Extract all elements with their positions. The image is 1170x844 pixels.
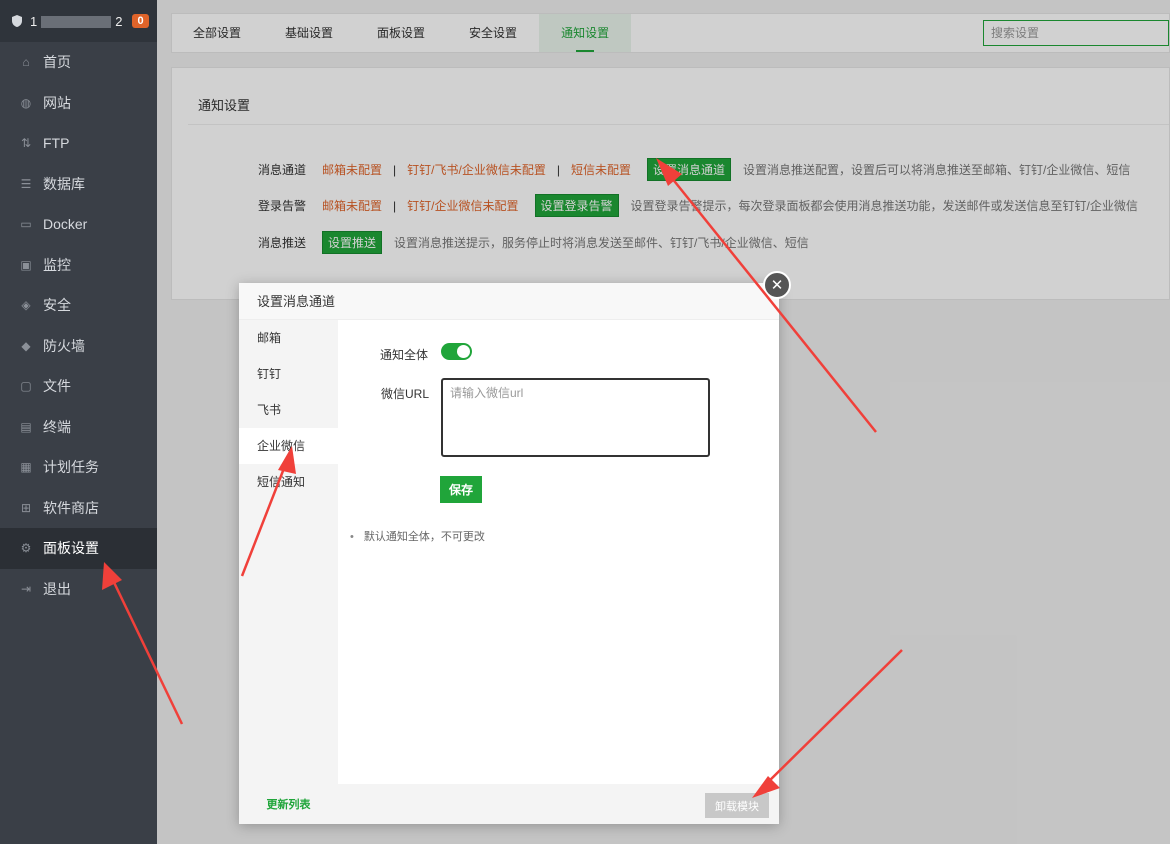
sidebar-item-12[interactable]: ⚙ 面板设置 bbox=[0, 528, 157, 569]
sidebar-item-label: 监控 bbox=[43, 256, 71, 273]
home-icon: ⌂ bbox=[22, 55, 30, 70]
sidebar-item-label: 软件商店 bbox=[43, 499, 99, 516]
host-redacted bbox=[41, 16, 112, 29]
channel-menu-item-1[interactable]: 钉钉 bbox=[239, 356, 338, 392]
docker-icon: ▭ bbox=[20, 217, 32, 232]
sidebar-item-label: 数据库 bbox=[43, 175, 85, 192]
close-icon[interactable]: ✕ bbox=[763, 271, 791, 299]
sidebar-item-6[interactable]: ◈ 安全 bbox=[0, 285, 157, 326]
dialog-footer: 卸载模块 bbox=[338, 784, 779, 824]
sidebar-item-0[interactable]: ⌂ 首页 bbox=[0, 42, 157, 83]
channel-menu-item-2[interactable]: 飞书 bbox=[239, 392, 338, 428]
sidebar: 12 0 ⌂ 首页 ◍ 网站 ⇅ FTP ☰ 数据库 ▭ Docker ▣ 监控 ◈ 安全 ◆ 防火墙 ▢ 文件 ▤… bbox=[0, 0, 157, 844]
gear-icon: ⚙ bbox=[20, 541, 32, 556]
sidebar-item-label: Docker bbox=[43, 216, 88, 233]
wechat-url-label: 微信URL bbox=[381, 387, 430, 401]
logout-icon: ⇥ bbox=[20, 581, 32, 596]
sidebar-item-8[interactable]: ▢ 文件 bbox=[0, 366, 157, 407]
sidebar-item-label: 首页 bbox=[43, 54, 71, 71]
shield-icon: ◈ bbox=[21, 298, 31, 313]
sidebar-item-9[interactable]: ▤ 终端 bbox=[0, 407, 157, 448]
uninstall-module-button[interactable]: 卸载模块 bbox=[705, 793, 769, 818]
dialog-title: 设置消息通道 bbox=[239, 283, 779, 320]
sidebar-item-2[interactable]: ⇅ FTP bbox=[0, 123, 157, 164]
wechat-url-input[interactable] bbox=[441, 378, 710, 457]
message-channel-dialog: 设置消息通道 ✕ 邮箱 钉钉 飞书 企业微信 短信通知 更新列表 通知全体 微信URL … bbox=[239, 271, 791, 824]
globe-icon: ◍ bbox=[20, 95, 32, 110]
sidebar-item-11[interactable]: ⊞ 软件商店 bbox=[0, 488, 157, 529]
sidebar-item-3[interactable]: ☰ 数据库 bbox=[0, 164, 157, 205]
server-brand: 12 0 bbox=[0, 0, 157, 42]
host-prefix: 1 bbox=[30, 13, 38, 29]
sidebar-item-7[interactable]: ◆ 防火墙 bbox=[0, 326, 157, 367]
channel-menu: 邮箱 钉钉 飞书 企业微信 短信通知 更新列表 bbox=[239, 320, 338, 824]
sidebar-item-label: 网站 bbox=[43, 94, 71, 111]
channel-menu-item-4[interactable]: 短信通知 bbox=[239, 464, 338, 500]
sidebar-item-1[interactable]: ◍ 网站 bbox=[0, 83, 157, 124]
database-icon: ☰ bbox=[20, 176, 32, 191]
channel-menu-list: 邮箱 钉钉 飞书 企业微信 短信通知 bbox=[239, 320, 338, 500]
sidebar-item-label: 退出 bbox=[43, 580, 71, 597]
sidebar-item-10[interactable]: ▦ 计划任务 bbox=[0, 447, 157, 488]
channel-menu-item-3[interactable]: 企业微信 bbox=[239, 428, 338, 464]
sidebar-item-label: 防火墙 bbox=[43, 337, 85, 354]
sidebar-item-4[interactable]: ▭ Docker bbox=[0, 204, 157, 245]
sidebar-item-label: 面板设置 bbox=[43, 540, 99, 557]
notification-count-badge[interactable]: 0 bbox=[132, 14, 149, 28]
sidebar-item-label: FTP bbox=[43, 135, 70, 152]
monitor-icon: ▣ bbox=[20, 257, 32, 272]
ftp-icon: ⇅ bbox=[20, 136, 32, 151]
host-suffix: 2 bbox=[115, 13, 123, 29]
sidebar-item-label: 终端 bbox=[43, 418, 71, 435]
sidebar-item-13[interactable]: ⇥ 退出 bbox=[0, 569, 157, 610]
server-host: 12 bbox=[30, 14, 122, 29]
sidebar-item-5[interactable]: ▣ 监控 bbox=[0, 245, 157, 286]
notify-all-toggle[interactable] bbox=[441, 343, 472, 360]
apps-icon: ⊞ bbox=[20, 500, 32, 515]
refresh-list-link[interactable]: 更新列表 bbox=[239, 796, 338, 812]
calendar-icon: ▦ bbox=[20, 460, 32, 475]
save-button[interactable]: 保存 bbox=[440, 476, 482, 503]
sidebar-item-label: 文件 bbox=[43, 378, 71, 395]
sidebar-nav: ⌂ 首页 ◍ 网站 ⇅ FTP ☰ 数据库 ▭ Docker ▣ 监控 ◈ 安全 ◆ 防火墙 ▢ 文件 ▤ 终端 ▦ 计划… bbox=[0, 42, 157, 609]
channel-config-form: 通知全体 微信URL 保存 默认通知全体，不可更改 卸载模块 bbox=[338, 320, 779, 824]
sidebar-item-label: 安全 bbox=[43, 297, 71, 314]
sidebar-item-label: 计划任务 bbox=[43, 459, 99, 476]
terminal-icon: ▤ bbox=[20, 419, 32, 434]
shield-logo-icon bbox=[12, 15, 22, 27]
firewall-icon: ◆ bbox=[21, 338, 31, 353]
channel-menu-item-0[interactable]: 邮箱 bbox=[239, 320, 338, 356]
notify-all-label: 通知全体 bbox=[380, 348, 429, 362]
notify-all-note: 默认通知全体，不可更改 bbox=[350, 528, 485, 544]
folder-icon: ▢ bbox=[20, 379, 32, 394]
